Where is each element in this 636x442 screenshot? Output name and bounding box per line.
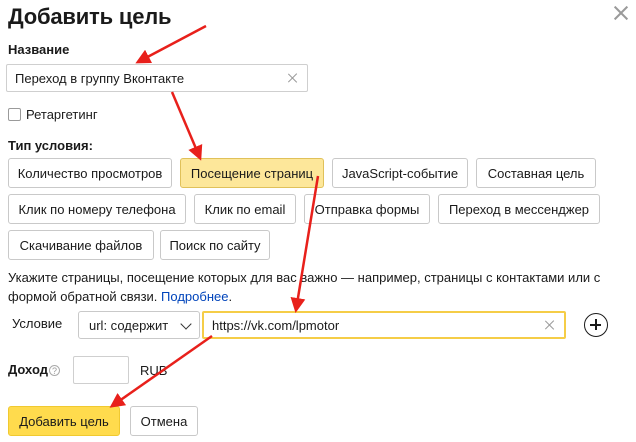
retargeting-label: Ретаргетинг <box>26 107 98 122</box>
chip-views-count[interactable]: Количество просмотров <box>8 158 172 188</box>
chevron-down-icon <box>180 318 192 330</box>
condition-label: Условие <box>12 316 63 331</box>
annotation-arrow <box>135 24 207 64</box>
income-label: Доход <box>8 362 48 377</box>
condition-url-input[interactable]: https://vk.com/lpmotor <box>202 311 566 339</box>
chip-composite-goal[interactable]: Составная цель <box>476 158 596 188</box>
clear-icon[interactable] <box>287 72 299 84</box>
description-end: . <box>228 289 233 304</box>
retargeting-checkbox[interactable] <box>8 108 21 121</box>
chip-page-visits[interactable]: Посещение страниц <box>180 158 324 188</box>
condition-url-value: https://vk.com/lpmotor <box>212 317 340 333</box>
add-goal-button[interactable]: Добавить цель <box>8 406 120 436</box>
add-condition-plus-icon[interactable] <box>584 313 608 337</box>
clear-icon[interactable] <box>544 319 556 331</box>
chip-site-search[interactable]: Поиск по сайту <box>160 230 270 260</box>
goal-name-value: Переход в группу Вконтакте <box>15 70 185 86</box>
condition-operator-value: url: содержит <box>89 317 169 333</box>
chip-file-download[interactable]: Скачивание файлов <box>8 230 154 260</box>
name-label: Название <box>8 42 70 57</box>
condition-operator-select[interactable]: url: содержит <box>78 311 200 339</box>
description-text: Укажите страницы, посещение которых для … <box>8 270 601 304</box>
chip-form-submit[interactable]: Отправка формы <box>304 194 430 224</box>
dialog-title: Добавить цель <box>8 4 172 29</box>
income-input[interactable] <box>73 356 129 384</box>
annotation-arrow <box>170 91 203 161</box>
cancel-button[interactable]: Отмена <box>130 406 198 436</box>
condition-type-label: Тип условия: <box>8 138 93 153</box>
chip-email-click[interactable]: Клик по email <box>194 194 296 224</box>
learn-more-link[interactable]: Подробнее <box>161 289 228 304</box>
help-icon[interactable]: ? <box>49 365 60 376</box>
income-currency: RUB <box>140 363 168 378</box>
chip-phone-click[interactable]: Клик по номеру телефона <box>8 194 186 224</box>
condition-description: Укажите страницы, посещение которых для … <box>8 268 632 306</box>
close-icon[interactable] <box>610 2 632 24</box>
chip-js-event[interactable]: JavaScript-событие <box>332 158 468 188</box>
chip-messenger[interactable]: Переход в мессенджер <box>438 194 600 224</box>
goal-name-input[interactable]: Переход в группу Вконтакте <box>6 64 308 92</box>
